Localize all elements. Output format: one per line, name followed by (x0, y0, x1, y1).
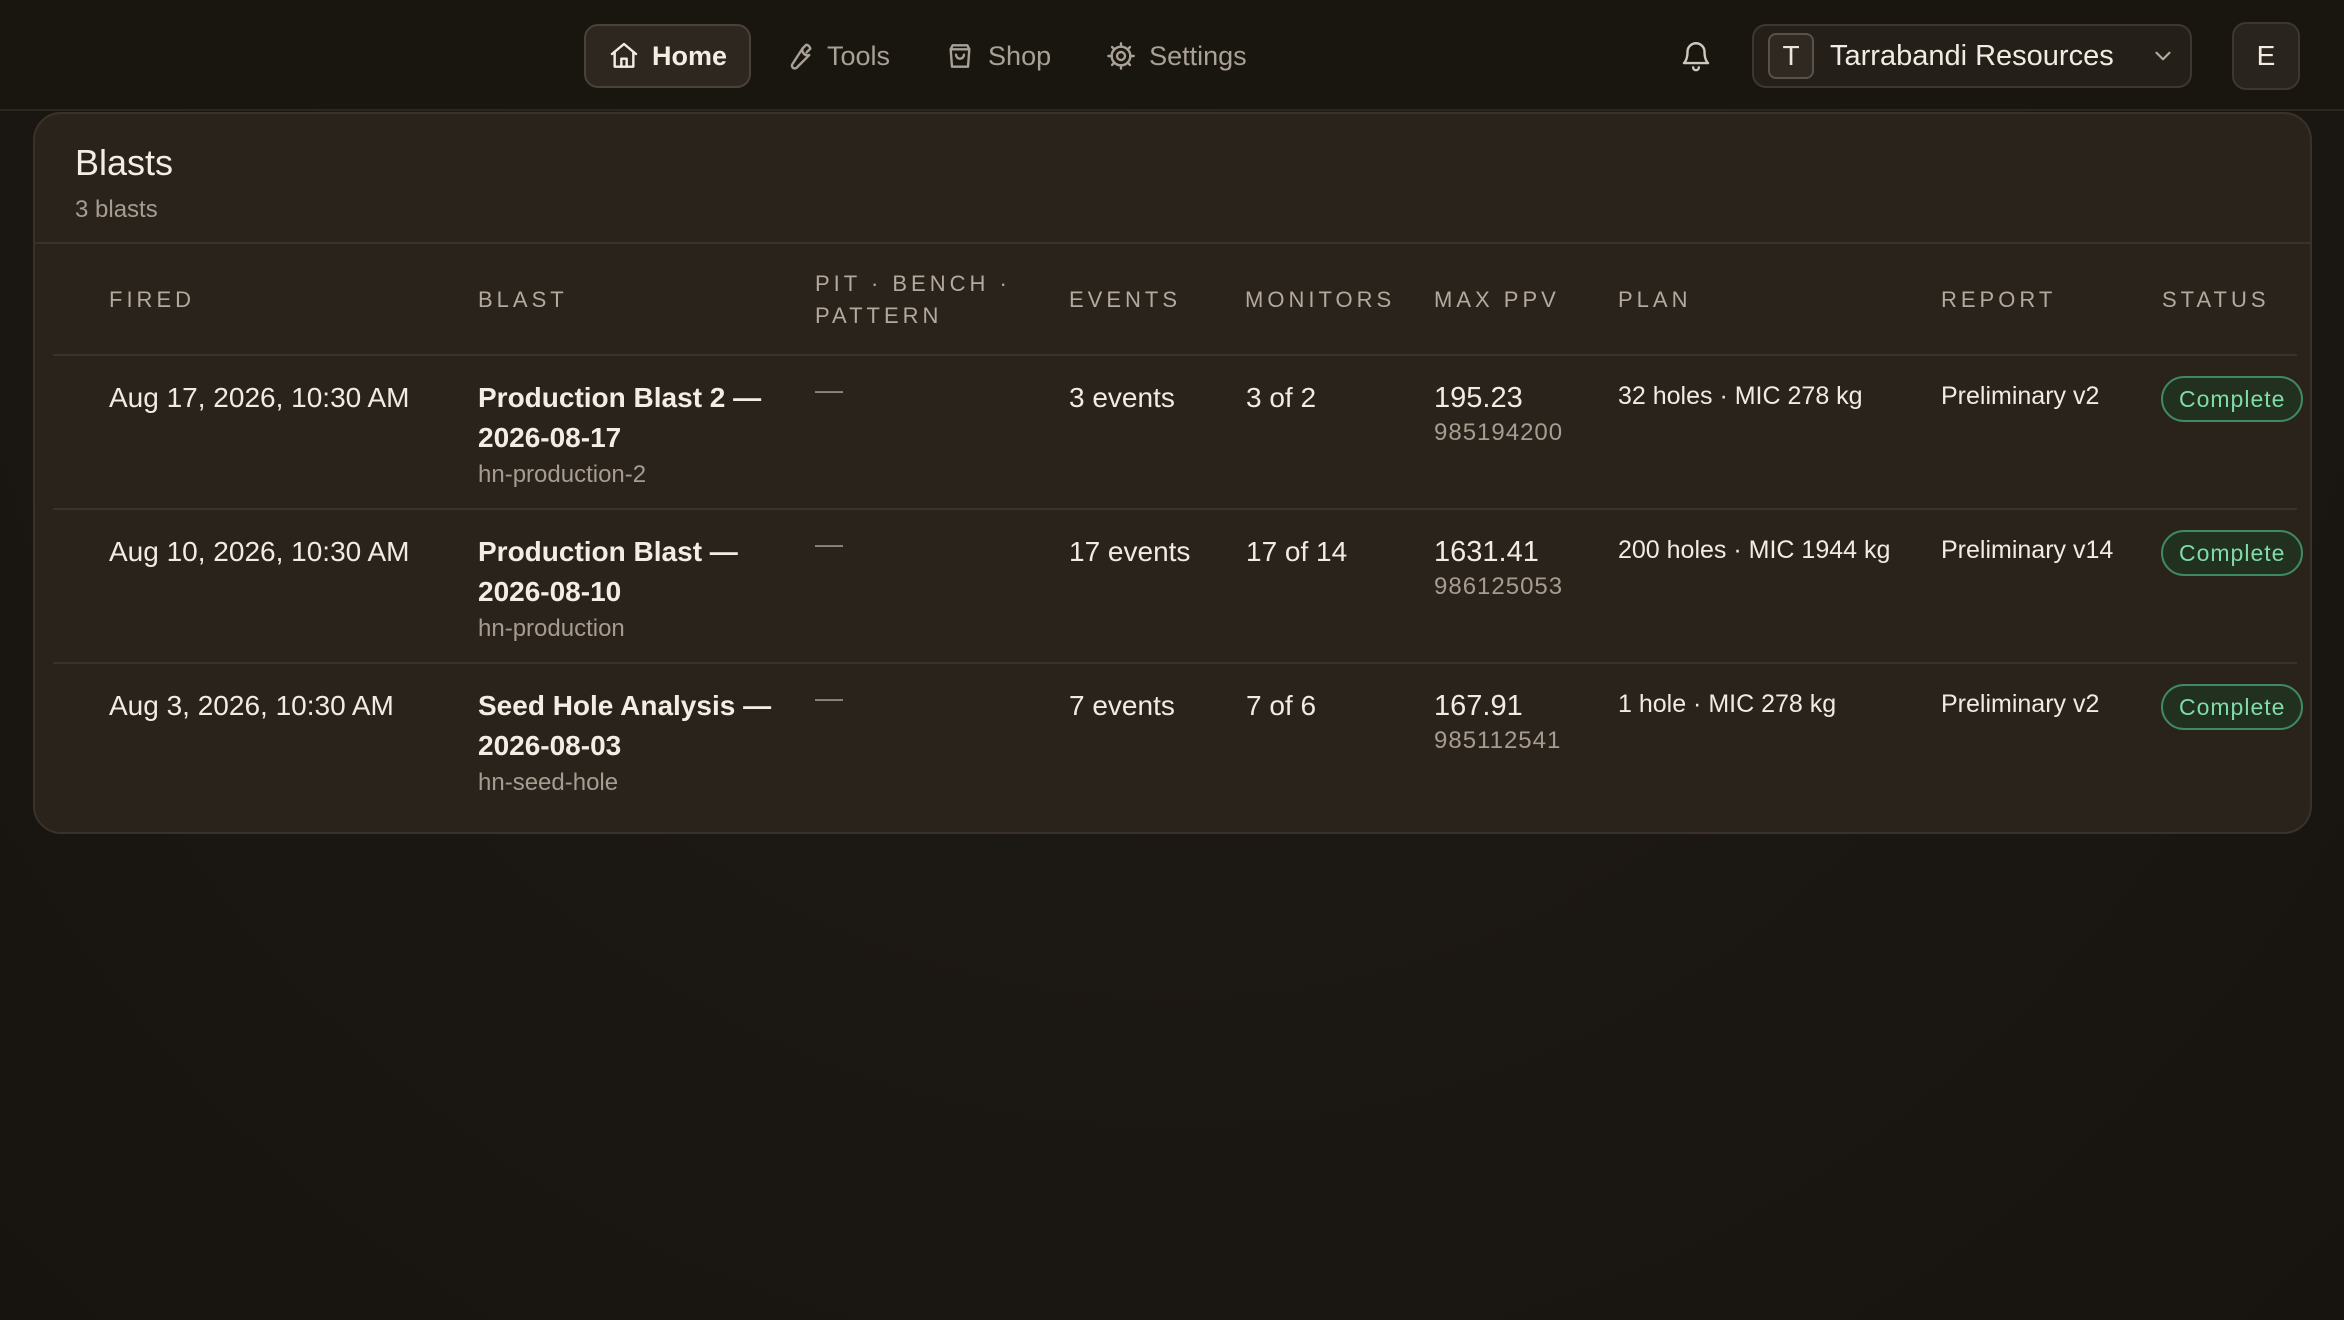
page-title: Blasts (75, 142, 174, 183)
notifications-button[interactable] (1676, 36, 1716, 76)
column-header-report[interactable]: REPORT (1941, 284, 2056, 316)
report-cell[interactable]: Preliminary v2 (1941, 684, 2099, 724)
nav-item-label: Tools (827, 40, 891, 71)
bell-icon (1682, 42, 1710, 72)
monitor-serial: 985112541 (1434, 727, 1562, 754)
main-nav: Home Tools Shop Settings (584, 24, 1269, 88)
nav-item-label: Home (652, 40, 728, 71)
max-ppv-cell: 1631.41 986125053 (1434, 532, 1563, 602)
monitors-cell: 17 of 14 (1246, 536, 1348, 567)
table-row[interactable]: Aug 3, 2026, 10:30 AM Seed Hole Analysis… (53, 664, 2304, 818)
blast-id: hn-seed-hole (478, 769, 619, 796)
column-header-blast[interactable]: BLAST (478, 284, 568, 316)
gear-icon (1107, 42, 1135, 70)
blast-id: hn-production-2 (478, 461, 647, 488)
column-header-status[interactable]: STATUS (2162, 284, 2270, 316)
plan-cell: 1 hole · MIC 278 kg (1618, 690, 1837, 718)
plan-cell: 32 holes · MIC 278 kg (1618, 382, 1863, 410)
nav-item-settings[interactable]: Settings (1083, 24, 1269, 88)
org-avatar: T (1768, 33, 1814, 79)
blast-count: 3 blasts (75, 196, 158, 223)
chevron-down-icon (2155, 51, 2171, 61)
max-ppv-value: 195.23 (1434, 382, 1523, 414)
org-name: Tarrabandi Resources (1830, 39, 2114, 72)
status-badge: Complete (2161, 530, 2304, 576)
monitor-serial: 986125053 (1434, 573, 1564, 600)
nav-item-tools[interactable]: Tools (761, 24, 912, 88)
column-header-pit-bench-pattern[interactable]: PIT · BENCH · PATTERN (815, 268, 1015, 332)
blast-name: Production Blast 2 — 2026-08-17 (478, 382, 762, 453)
column-header-fired[interactable]: FIRED (109, 284, 195, 316)
max-ppv-cell: 195.23 985194200 (1434, 378, 1563, 448)
status-badge: Complete (2161, 684, 2304, 730)
blasts-table: FIRED BLAST PIT · BENCH · PATTERN EVENTS… (53, 244, 2304, 818)
column-header-events[interactable]: EVENTS (1069, 284, 1181, 316)
monitors-cell: 3 of 2 (1246, 382, 1317, 413)
column-header-max-ppv[interactable]: MAX PPV (1434, 284, 1560, 316)
monitor-serial: 985194200 (1434, 419, 1564, 446)
wrench-icon (790, 43, 812, 70)
card-header: Blasts 3 blasts (35, 114, 2310, 244)
nav-item-home[interactable]: Home (584, 24, 752, 88)
column-header-plan[interactable]: PLAN (1618, 284, 1691, 316)
pit-bench-pattern-cell: — (815, 528, 843, 559)
home-icon (610, 42, 638, 68)
column-header-monitors[interactable]: MONITORS (1245, 284, 1395, 316)
pit-bench-pattern-cell: — (815, 374, 843, 405)
report-cell[interactable]: Preliminary v2 (1941, 376, 2099, 416)
shopping-bag-icon (949, 44, 971, 68)
report-cell[interactable]: Preliminary v14 (1941, 530, 2113, 570)
blast-name: Seed Hole Analysis — 2026-08-03 (478, 690, 772, 761)
nav-item-label: Settings (1149, 40, 1247, 71)
blast-cell[interactable]: Production Blast — 2026-08-10 hn-product… (478, 532, 778, 646)
monitors-cell: 7 of 6 (1246, 690, 1317, 721)
fired-cell: Aug 10, 2026, 10:30 AM (109, 536, 410, 567)
fired-cell: Aug 3, 2026, 10:30 AM (109, 690, 394, 721)
events-cell: 7 events (1069, 690, 1175, 721)
status-badge: Complete (2161, 376, 2304, 422)
nav-item-shop[interactable]: Shop (922, 24, 1073, 88)
blast-cell[interactable]: Production Blast 2 — 2026-08-17 hn-produ… (478, 378, 778, 492)
max-ppv-cell: 167.91 985112541 (1434, 686, 1561, 756)
user-menu-button[interactable]: E (2232, 22, 2300, 90)
table-header: FIRED BLAST PIT · BENCH · PATTERN EVENTS… (53, 244, 2297, 356)
top-bar: Home Tools Shop Settings T Tarrabandi Re… (0, 0, 2344, 111)
table-row[interactable]: Aug 17, 2026, 10:30 AM Production Blast … (53, 356, 2304, 510)
events-cell: 3 events (1069, 382, 1175, 413)
max-ppv-value: 167.91 (1434, 690, 1523, 722)
org-switcher[interactable]: T Tarrabandi Resources (1752, 24, 2192, 88)
blasts-card: Blasts 3 blasts FIRED BLAST PIT · BENCH … (33, 112, 2312, 834)
max-ppv-value: 1631.41 (1434, 536, 1539, 568)
nav-item-label: Shop (988, 40, 1052, 71)
blast-name: Production Blast — 2026-08-10 (478, 536, 738, 607)
events-cell: 17 events (1069, 536, 1191, 567)
table-row[interactable]: Aug 10, 2026, 10:30 AM Production Blast … (53, 510, 2304, 664)
blast-id: hn-production (478, 615, 625, 642)
pit-bench-pattern-cell: — (815, 682, 843, 713)
fired-cell: Aug 17, 2026, 10:30 AM (109, 382, 410, 413)
plan-cell: 200 holes · MIC 1944 kg (1618, 536, 1891, 564)
blast-cell[interactable]: Seed Hole Analysis — 2026-08-03 hn-seed-… (478, 686, 788, 800)
